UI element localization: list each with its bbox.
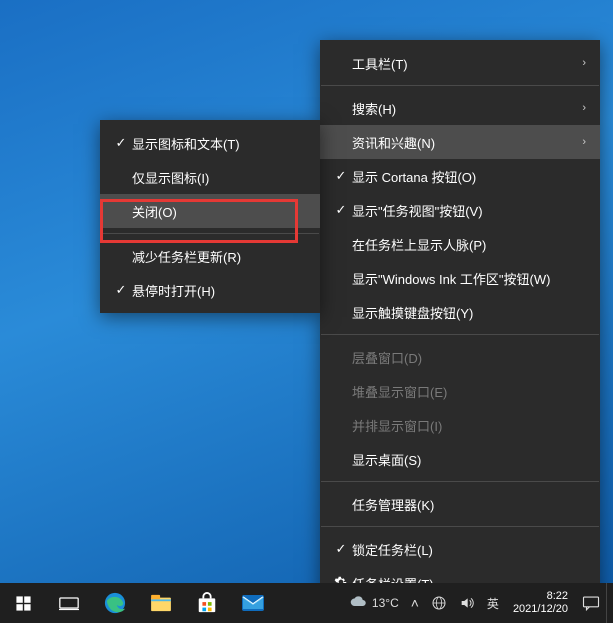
menu-label: 显示"任务视图"按钮(V) bbox=[352, 201, 586, 220]
menu-item-lock-taskbar[interactable]: ✓ 锁定任务栏(L) bbox=[320, 532, 600, 566]
taskbar-left bbox=[0, 583, 276, 623]
news-interests-submenu: ✓ 显示图标和文本(T) 仅显示图标(I) 关闭(O) 减少任务栏更新(R) ✓… bbox=[100, 120, 320, 313]
mail-button[interactable] bbox=[230, 583, 276, 623]
menu-separator bbox=[321, 334, 599, 335]
date-label: 2021/12/20 bbox=[513, 603, 568, 616]
menu-label: 在任务栏上显示人脉(P) bbox=[352, 235, 586, 254]
time-label: 8:22 bbox=[513, 590, 568, 603]
menu-label: 堆叠显示窗口(E) bbox=[352, 382, 586, 401]
menu-item-task-view-button[interactable]: ✓ 显示"任务视图"按钮(V) bbox=[320, 193, 600, 227]
start-button[interactable] bbox=[0, 583, 46, 623]
globe-icon bbox=[431, 595, 447, 611]
menu-label: 层叠窗口(D) bbox=[352, 348, 586, 367]
menu-item-show-desktop[interactable]: 显示桌面(S) bbox=[320, 442, 600, 476]
weather-icon bbox=[350, 594, 368, 612]
menu-label: 显示桌面(S) bbox=[352, 450, 586, 469]
store-button[interactable] bbox=[184, 583, 230, 623]
taskbar: 13°C ˄ 英 8:22 2021/12/20 bbox=[0, 583, 613, 623]
ime-indicator[interactable]: 英 bbox=[481, 583, 505, 623]
weather-widget[interactable]: 13°C bbox=[344, 583, 405, 623]
mail-icon bbox=[241, 594, 265, 612]
submenu-item-reduce-updates[interactable]: 减少任务栏更新(R) bbox=[100, 239, 320, 273]
menu-label: 任务管理器(K) bbox=[352, 495, 586, 514]
chevron-right-icon: › bbox=[582, 102, 586, 114]
check-icon: ✓ bbox=[330, 168, 352, 184]
menu-item-task-manager[interactable]: 任务管理器(K) bbox=[320, 487, 600, 521]
clock[interactable]: 8:22 2021/12/20 bbox=[505, 590, 576, 616]
menu-label: 显示图标和文本(T) bbox=[132, 134, 306, 153]
submenu-item-icon-only[interactable]: 仅显示图标(I) bbox=[100, 160, 320, 194]
menu-item-people[interactable]: 在任务栏上显示人脉(P) bbox=[320, 227, 600, 261]
menu-label: 仅显示图标(I) bbox=[132, 168, 306, 187]
menu-separator bbox=[321, 481, 599, 482]
chevron-up-icon: ˄ bbox=[411, 595, 419, 611]
notification-icon bbox=[582, 595, 600, 611]
folder-icon bbox=[150, 594, 172, 612]
menu-item-cascade: 层叠窗口(D) bbox=[320, 340, 600, 374]
check-icon: ✓ bbox=[330, 202, 352, 218]
windows-icon bbox=[15, 595, 32, 612]
explorer-button[interactable] bbox=[138, 583, 184, 623]
menu-label: 显示 Cortana 按钮(O) bbox=[352, 167, 586, 186]
taskview-icon bbox=[59, 595, 79, 611]
speaker-icon bbox=[459, 595, 475, 611]
chevron-right-icon: › bbox=[582, 57, 586, 69]
ime-label: 英 bbox=[487, 595, 499, 612]
check-icon: ✓ bbox=[330, 541, 352, 557]
menu-item-sidebyside: 并排显示窗口(I) bbox=[320, 408, 600, 442]
taskbar-right: 13°C ˄ 英 8:22 2021/12/20 bbox=[344, 583, 613, 623]
edge-icon bbox=[104, 592, 126, 614]
check-icon: ✓ bbox=[110, 282, 132, 298]
tray-chevron[interactable]: ˄ bbox=[405, 583, 425, 623]
taskbar-context-menu: 工具栏(T) › 搜索(H) › 资讯和兴趣(N) › ✓ 显示 Cortana… bbox=[320, 40, 600, 606]
taskview-button[interactable] bbox=[46, 583, 92, 623]
submenu-item-icon-text[interactable]: ✓ 显示图标和文本(T) bbox=[100, 126, 320, 160]
menu-label: 搜索(H) bbox=[352, 99, 582, 118]
action-center[interactable] bbox=[576, 583, 606, 623]
menu-separator bbox=[321, 85, 599, 86]
menu-item-stacked: 堆叠显示窗口(E) bbox=[320, 374, 600, 408]
menu-item-toolbars[interactable]: 工具栏(T) › bbox=[320, 46, 600, 80]
weather-temp: 13°C bbox=[372, 596, 399, 610]
menu-label: 并排显示窗口(I) bbox=[352, 416, 586, 435]
volume-icon[interactable] bbox=[453, 583, 481, 623]
menu-separator bbox=[101, 233, 319, 234]
submenu-item-open-on-hover[interactable]: ✓ 悬停时打开(H) bbox=[100, 273, 320, 307]
show-desktop-button[interactable] bbox=[606, 583, 613, 623]
menu-label: 显示触摸键盘按钮(Y) bbox=[352, 303, 586, 322]
menu-label: 减少任务栏更新(R) bbox=[132, 247, 306, 266]
store-icon bbox=[196, 592, 218, 614]
menu-item-touch-keyboard[interactable]: 显示触摸键盘按钮(Y) bbox=[320, 295, 600, 329]
menu-item-search[interactable]: 搜索(H) › bbox=[320, 91, 600, 125]
menu-label: 锁定任务栏(L) bbox=[352, 540, 586, 559]
menu-label: 工具栏(T) bbox=[352, 54, 582, 73]
menu-item-news-interests[interactable]: 资讯和兴趣(N) › bbox=[320, 125, 600, 159]
menu-item-ink-workspace[interactable]: 显示"Windows Ink 工作区"按钮(W) bbox=[320, 261, 600, 295]
menu-label: 显示"Windows Ink 工作区"按钮(W) bbox=[352, 269, 586, 288]
menu-label: 资讯和兴趣(N) bbox=[352, 133, 582, 152]
menu-label: 关闭(O) bbox=[132, 202, 306, 221]
menu-label: 悬停时打开(H) bbox=[132, 281, 306, 300]
edge-button[interactable] bbox=[92, 583, 138, 623]
menu-item-cortana-button[interactable]: ✓ 显示 Cortana 按钮(O) bbox=[320, 159, 600, 193]
submenu-item-off[interactable]: 关闭(O) bbox=[100, 194, 320, 228]
network-icon[interactable] bbox=[425, 583, 453, 623]
menu-separator bbox=[321, 526, 599, 527]
check-icon: ✓ bbox=[110, 135, 132, 151]
chevron-right-icon: › bbox=[582, 136, 586, 148]
